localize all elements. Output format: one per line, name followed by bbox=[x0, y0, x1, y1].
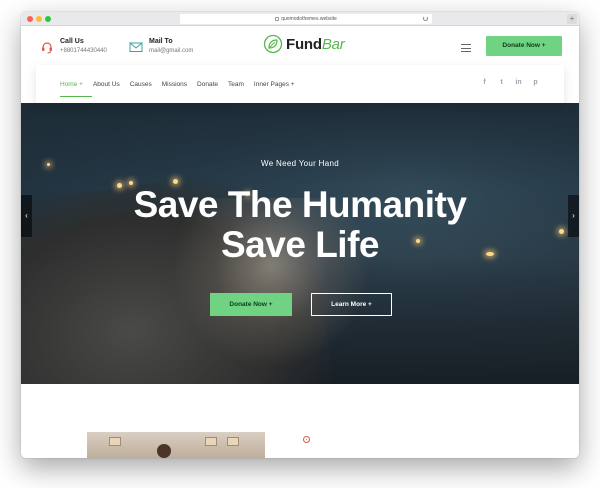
call-us-block[interactable]: Call Us +8801744430440 bbox=[40, 37, 107, 56]
nav-item-missions[interactable]: Missions bbox=[162, 81, 187, 88]
browser-toolbar: quomodothemes.website + bbox=[21, 12, 579, 26]
hero-donate-button[interactable]: Donate Now + bbox=[210, 293, 292, 316]
browser-window: quomodothemes.website + Call Us +8801744… bbox=[21, 12, 579, 458]
nav-item-about-us[interactable]: About Us bbox=[93, 81, 120, 88]
nav-menu: Home + About Us Causes Missions Donate T… bbox=[60, 65, 305, 103]
minimize-window-button[interactable] bbox=[36, 16, 42, 22]
mail-to-block[interactable]: Mail To mail@gmail.com bbox=[129, 37, 193, 56]
about-image bbox=[87, 432, 265, 458]
nav-item-donate[interactable]: Donate bbox=[197, 81, 218, 88]
maximize-window-button[interactable] bbox=[45, 16, 51, 22]
twitter-icon[interactable]: t bbox=[497, 78, 506, 87]
envelope-icon bbox=[129, 42, 143, 52]
hero-slider: We Need Your Hand Save The Humanity Save… bbox=[21, 103, 579, 384]
hero-title-line-2: Save Life bbox=[221, 224, 379, 265]
nav-item-home[interactable]: Home + bbox=[60, 81, 92, 97]
main-navigation: Home + About Us Causes Missions Donate T… bbox=[36, 65, 564, 103]
nav-item-inner-pages[interactable]: Inner Pages + bbox=[254, 81, 295, 88]
close-window-button[interactable] bbox=[27, 16, 33, 22]
linkedin-icon[interactable]: in bbox=[514, 78, 523, 87]
child-figure bbox=[157, 444, 171, 458]
nav-item-causes[interactable]: Causes bbox=[130, 81, 152, 88]
slider-prev-arrow[interactable]: ‹ bbox=[21, 195, 32, 237]
new-tab-button[interactable]: + bbox=[567, 14, 577, 24]
facebook-icon[interactable]: f bbox=[480, 78, 489, 87]
about-section bbox=[21, 384, 579, 458]
mail-to-title: Mail To bbox=[149, 38, 173, 45]
pinterest-icon[interactable]: p bbox=[531, 78, 540, 87]
nav-item-team[interactable]: Team bbox=[228, 81, 244, 88]
hero-title-line-1: Save The Humanity bbox=[133, 184, 467, 225]
slider-next-arrow[interactable]: › bbox=[568, 195, 579, 237]
lock-icon bbox=[275, 16, 280, 21]
call-us-number[interactable]: +8801744430440 bbox=[60, 46, 107, 56]
address-url: quomodothemes.website bbox=[281, 16, 337, 22]
wall-frame bbox=[109, 437, 121, 446]
reload-icon[interactable] bbox=[423, 16, 428, 21]
call-us-title: Call Us bbox=[60, 38, 84, 45]
header-donate-button[interactable]: Donate Now + bbox=[486, 36, 562, 56]
logo-text-main: Fund bbox=[286, 35, 322, 53]
hamburger-menu-icon[interactable] bbox=[461, 44, 471, 52]
target-icon bbox=[303, 436, 310, 443]
leaf-icon bbox=[263, 34, 283, 54]
wall-frame bbox=[227, 437, 239, 446]
address-bar[interactable]: quomodothemes.website bbox=[180, 14, 432, 24]
logo-text: FundBar bbox=[286, 36, 345, 53]
site-logo[interactable]: FundBar bbox=[263, 34, 345, 54]
hero-subtitle: We Need Your Hand bbox=[261, 159, 339, 168]
headset-icon bbox=[42, 42, 52, 54]
hero-learn-more-button[interactable]: Learn More + bbox=[311, 293, 392, 316]
wall-frame bbox=[205, 437, 217, 446]
social-links: f t in p bbox=[472, 78, 540, 87]
hero-title: Save The Humanity Save Life bbox=[21, 185, 579, 265]
logo-text-accent: Bar bbox=[321, 35, 345, 53]
mail-address[interactable]: mail@gmail.com bbox=[149, 46, 193, 56]
